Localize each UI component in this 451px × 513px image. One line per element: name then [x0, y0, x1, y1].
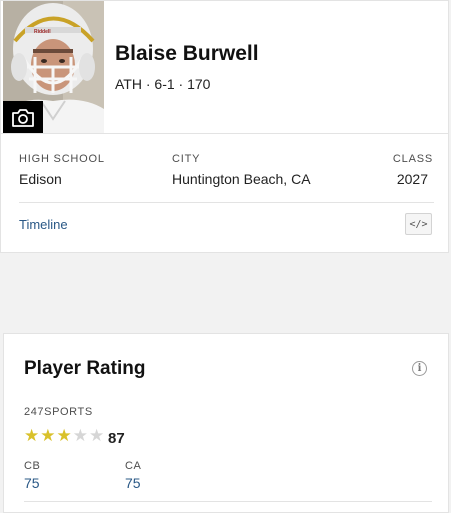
change-photo-button[interactable]	[3, 101, 43, 134]
high-school-label: HIGH SCHOOL	[19, 153, 105, 165]
star-rating: ★ ★ ★ ★ ★	[24, 427, 104, 445]
svg-text:Riddell: Riddell	[34, 29, 51, 35]
star-empty-icon: ★	[89, 426, 105, 446]
rating-divider	[24, 501, 432, 502]
class-value: 2027	[396, 171, 428, 187]
info-icon[interactable]: i	[412, 361, 427, 376]
state-rank-value[interactable]: 75	[125, 475, 141, 491]
camera-icon	[12, 108, 34, 127]
profile-divider	[1, 133, 448, 134]
info-icon-glyph: i	[417, 363, 422, 374]
class-label: CLASS	[392, 153, 433, 165]
player-rating-title: Player Rating	[24, 358, 146, 379]
rating-score: 87	[108, 430, 125, 447]
star-filled-icon: ★	[40, 426, 56, 446]
position-rank-value[interactable]: 75	[24, 475, 40, 491]
city-label: CITY	[172, 153, 201, 165]
star-empty-icon: ★	[72, 426, 88, 446]
star-filled-icon: ★	[56, 426, 72, 446]
player-rating-card: Player Rating i 247SPORTS ★ ★ ★ ★ ★ 87 CB 75…	[3, 333, 449, 513]
code-icon: </>	[409, 218, 428, 230]
state-rank-label: CA	[125, 460, 142, 472]
position-rank-label: CB	[24, 460, 41, 472]
info-divider	[19, 202, 434, 203]
rating-source-label: 247SPORTS	[24, 406, 93, 418]
star-filled-icon: ★	[24, 426, 40, 446]
embed-code-button[interactable]: </>	[405, 213, 432, 235]
player-position-height-weight: ATH · 6-1 · 170	[115, 76, 211, 92]
high-school-value: Edison	[19, 171, 62, 187]
city-value: Huntington Beach, CA	[172, 171, 311, 187]
player-profile-card: Riddell Blaise Burwell ATH · 6-1 · 170 H…	[0, 0, 449, 253]
player-name: Blaise Burwell	[115, 42, 259, 65]
timeline-link[interactable]: Timeline	[19, 217, 68, 232]
